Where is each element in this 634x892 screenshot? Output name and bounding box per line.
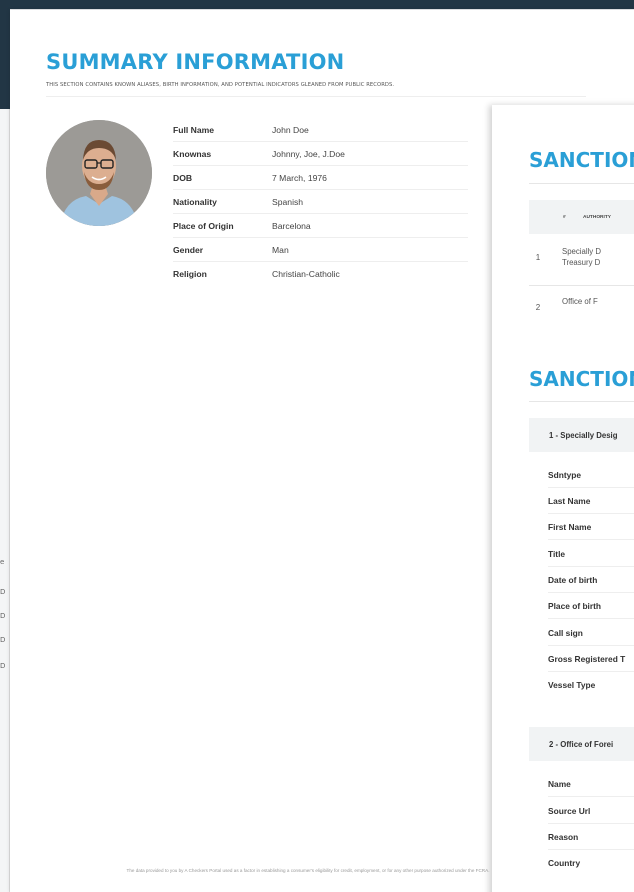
field-value: 7 March, 1976 xyxy=(272,172,327,183)
avatar xyxy=(46,120,152,226)
row-authority: Office of F xyxy=(562,297,598,306)
background-header-panel xyxy=(0,9,10,109)
background-page-strip: e D D D D xyxy=(0,109,10,892)
sanctions-details-heading: SANCTION xyxy=(529,367,634,391)
divider xyxy=(548,539,634,540)
field-label: First Name xyxy=(548,522,592,532)
field-label: Date of birth xyxy=(548,575,598,585)
column-header-authority: AUTHORITY xyxy=(583,214,611,220)
field-label: Knownas xyxy=(173,148,212,159)
divider xyxy=(548,566,634,567)
person-photo-icon xyxy=(46,120,152,226)
divider xyxy=(548,618,634,619)
info-row-religion: Religion Christian-Catholic xyxy=(173,262,468,286)
field-label: Place of birth xyxy=(548,601,602,611)
sanction-section-header: 1 - Specially Desig xyxy=(529,418,634,452)
info-row-gender: Gender Man xyxy=(173,238,468,262)
authority-line: Treasury D xyxy=(562,257,601,267)
row-authority: Specially D Treasury D xyxy=(562,247,601,269)
field-label: DOB xyxy=(173,172,193,183)
field-label: Call sign xyxy=(548,628,583,638)
field-value: Man xyxy=(272,244,289,255)
sanctions-heading: SANCTION xyxy=(529,148,634,172)
field-label: Title xyxy=(548,549,566,559)
field-label: Gross Registered T xyxy=(548,654,626,664)
field-label: Full Name xyxy=(173,124,215,135)
divider xyxy=(548,796,634,797)
footer-disclaimer: The data provided to you by A Checkers P… xyxy=(126,868,490,873)
divider xyxy=(548,823,634,824)
field-label: Nationality xyxy=(173,196,217,207)
page-subtitle: THIS SECTION CONTAINS KNOWN ALIASES, BIR… xyxy=(46,82,395,88)
row-index: 1 xyxy=(535,253,541,262)
authority-line: Specially D xyxy=(562,247,601,256)
divider xyxy=(548,671,634,672)
field-label: Country xyxy=(548,858,581,868)
field-label: Sdntype xyxy=(548,470,582,480)
field-label: Reason xyxy=(548,832,579,842)
table-row[interactable]: 2 Office of F xyxy=(529,297,634,312)
field-value: Spanish xyxy=(272,196,304,207)
divider xyxy=(548,592,634,593)
sanctions-table-header: # AUTHORITY xyxy=(529,200,634,234)
divider xyxy=(548,487,634,488)
divider xyxy=(46,96,586,97)
divider xyxy=(548,513,634,514)
field-label: Source Url xyxy=(548,806,591,816)
stub-text: D xyxy=(0,662,6,670)
top-navigation-bar xyxy=(0,0,634,9)
stub-text: D xyxy=(0,612,6,620)
field-label: Gender xyxy=(173,244,204,255)
stub-text: D xyxy=(0,588,6,596)
summary-info-table: Full Name John Doe Knownas Johnny, Joe, … xyxy=(173,118,468,286)
field-value: Christian-Catholic xyxy=(272,269,340,279)
divider xyxy=(529,183,634,184)
divider xyxy=(529,285,634,286)
page-title: SUMMARY INFORMATION xyxy=(46,50,345,74)
divider xyxy=(548,849,634,850)
field-label: Place of Origin xyxy=(173,220,234,231)
field-label: Vessel Type xyxy=(548,680,596,690)
divider xyxy=(548,645,634,646)
field-label: Religion xyxy=(173,269,207,279)
divider xyxy=(529,401,634,402)
info-row-full-name: Full Name John Doe xyxy=(173,118,468,142)
field-label: Name xyxy=(548,779,571,789)
info-row-place-of-origin: Place of Origin Barcelona xyxy=(173,214,468,238)
info-row-dob: DOB 7 March, 1976 xyxy=(173,166,468,190)
field-value: Johnny, Joe, J.Doe xyxy=(272,148,345,159)
field-value: John Doe xyxy=(272,124,309,135)
field-label: Last Name xyxy=(548,496,591,506)
stub-text: e xyxy=(0,558,5,566)
row-index: 2 xyxy=(535,303,541,312)
info-row-nationality: Nationality Spanish xyxy=(173,190,468,214)
field-value: Barcelona xyxy=(272,220,311,231)
sanctions-page: SANCTION # AUTHORITY 1 Specially D Treas… xyxy=(492,105,634,892)
stub-text: D xyxy=(0,636,6,644)
sanction-section-header: 2 - Office of Forei xyxy=(529,727,634,761)
info-row-known-as: Knownas Johnny, Joe, J.Doe xyxy=(173,142,468,166)
table-row[interactable]: 1 Specially D Treasury D xyxy=(529,247,634,269)
